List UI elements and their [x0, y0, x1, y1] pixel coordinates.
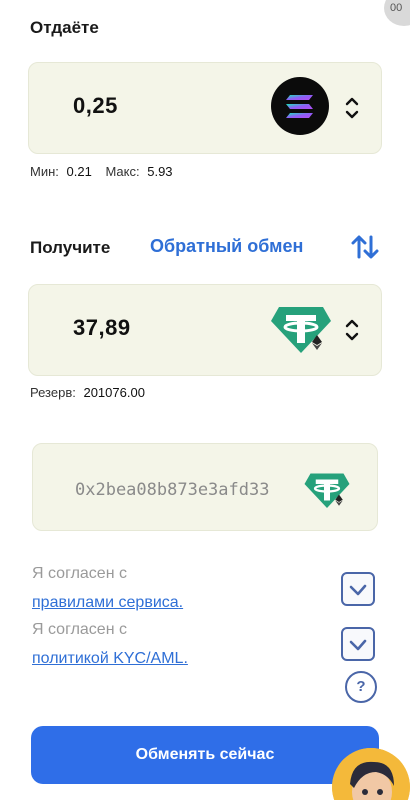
reverse-exchange-link[interactable]: Обратный обмен [150, 236, 303, 257]
kyc-link[interactable]: политикой KYC/AML. [32, 650, 188, 668]
checkmark-icon [349, 584, 367, 596]
rules-link-label[interactable]: правилами сервиса [32, 594, 179, 611]
tether-erc20-icon[interactable] [269, 297, 333, 361]
max-label: Макс: [105, 164, 140, 179]
coin-select-chevron-icon[interactable] [345, 315, 359, 345]
exchange-now-button[interactable]: Обменять сейчас [31, 726, 379, 784]
receive-amount-value: 37,89 [73, 315, 131, 340]
rules-agreement-text: Я согласен с [32, 565, 127, 582]
give-amount-input[interactable]: 0,25 [73, 93, 118, 119]
reserve-label: Резерв: [30, 385, 76, 400]
give-card[interactable]: 0,25 [28, 62, 382, 154]
reserve-info: Резерв: 201076.00 [30, 385, 145, 400]
receive-label: Получите [30, 238, 111, 257]
reserve-value: 201076.00 [83, 385, 145, 400]
min-label: Мин: [30, 164, 59, 179]
swap-arrows-icon[interactable] [350, 234, 380, 260]
give-label: Отдаёте [30, 18, 99, 37]
help-button[interactable]: ? [345, 671, 377, 703]
kyc-checkbox[interactable] [341, 627, 375, 661]
checkmark-icon [349, 639, 367, 651]
min-value: 0.21 [66, 164, 92, 179]
solana-icon[interactable] [271, 77, 329, 135]
tether-erc20-icon [303, 466, 351, 514]
wallet-address-value[interactable]: 0x2bea08b873e3afd33 [75, 480, 269, 500]
wallet-address-field[interactable]: 0x2bea08b873e3afd33 [32, 443, 378, 531]
max-value: 5.93 [147, 164, 173, 179]
rules-checkbox[interactable] [341, 572, 375, 606]
receive-card[interactable]: 37,89 [28, 284, 382, 376]
rules-link[interactable]: правилами сервиса. [32, 594, 183, 612]
give-limits: Мин: 0.21 Макс: 5.93 [30, 164, 173, 179]
corner-badge[interactable]: 00 [384, 0, 410, 26]
kyc-link-label[interactable]: политикой KYC/AML [32, 650, 183, 667]
coin-select-chevron-icon[interactable] [345, 93, 359, 123]
kyc-agreement-text: Я согласен с [32, 621, 127, 638]
